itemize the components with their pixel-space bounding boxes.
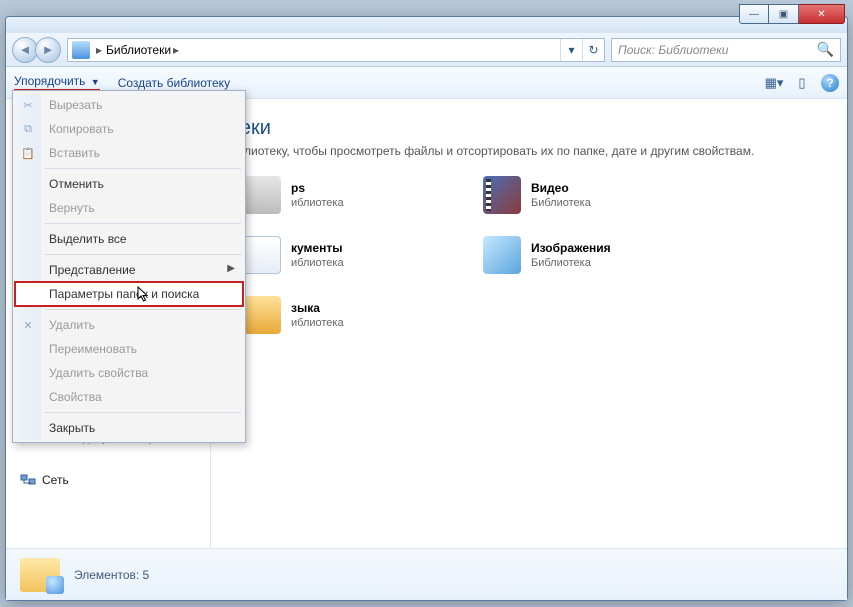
library-item-music[interactable]: зыкаиблиотека [243,296,453,334]
paste-icon: 📋 [21,146,35,160]
menu-rename[interactable]: Переименовать [15,337,243,361]
maximize-button[interactable]: ▣ [769,4,799,24]
close-button[interactable]: ✕ [799,4,845,24]
video-icon [483,176,521,214]
new-library-button[interactable]: Создать библиотеку [118,76,230,90]
music-icon [243,296,281,334]
status-bar: Элементов: 5 [6,548,847,600]
menu-close[interactable]: Закрыть [15,416,243,440]
menu-undo[interactable]: Отменить [15,172,243,196]
copy-icon: ⧉ [21,122,35,136]
menu-view[interactable]: Представление▶ [15,258,243,282]
organize-button[interactable]: Упорядочить ▼ [14,74,100,91]
menu-folder-options[interactable]: Параметры папок и поиска [15,282,243,306]
address-bar[interactable]: ▸ Библиотеки ▸ ▾ ↻ [67,38,605,62]
menu-copy[interactable]: ⧉Копировать [15,117,243,141]
menu-remove-props[interactable]: Удалить свойства [15,361,243,385]
sidebar-item-network[interactable]: Сеть [20,469,210,491]
location-icon [72,41,90,59]
library-item-video[interactable]: ВидеоБиблиотека [483,176,693,214]
forward-button[interactable]: ► [35,37,61,63]
menu-select-all[interactable]: Выделить все [15,227,243,251]
library-item-documents[interactable]: кументыиблиотека [243,236,453,274]
status-count: Элементов: 5 [74,568,149,582]
delete-icon: ✕ [21,318,35,332]
preview-pane-button[interactable]: ▯ [793,74,811,92]
search-placeholder: Поиск: Библиотеки [618,43,728,57]
content-pane: теки иблиотеку, чтобы просмотреть файлы … [211,99,847,548]
refresh-button[interactable]: ↻ [582,39,604,61]
menu-redo[interactable]: Вернуть [15,196,243,220]
help-button[interactable]: ? [821,74,839,92]
search-icon: 🔍 [817,41,834,58]
view-options-button[interactable]: ▦▾ [765,74,783,92]
status-icon [20,558,60,592]
cut-icon: ✂ [21,98,35,112]
menu-properties[interactable]: Свойства [15,385,243,409]
documents-icon [243,236,281,274]
nav-bar: ◄ ► ▸ Библиотеки ▸ ▾ ↻ Поиск: Библиотеки… [6,33,847,67]
breadcrumb-root[interactable]: Библиотеки [106,43,171,57]
titlebar: — ▣ ✕ [6,17,847,33]
menu-cut[interactable]: ✂Вырезать [15,93,243,117]
network-icon [20,472,36,488]
minimize-button[interactable]: — [739,4,769,24]
page-subtitle: иблиотеку, чтобы просмотреть файлы и отс… [231,144,827,158]
search-input[interactable]: Поиск: Библиотеки 🔍 [611,38,841,62]
page-title: теки [231,117,827,140]
submenu-arrow-icon: ▶ [227,263,235,274]
menu-paste[interactable]: 📋Вставить [15,141,243,165]
window-controls: — ▣ ✕ [739,4,845,24]
organize-menu: ✂Вырезать ⧉Копировать 📋Вставить Отменить… [12,90,246,443]
breadcrumb-sep: ▸ [94,43,106,57]
nav-arrows: ◄ ► [12,37,61,63]
menu-delete[interactable]: ✕Удалить [15,313,243,337]
history-dropdown[interactable]: ▾ [560,39,582,61]
library-item-images[interactable]: ИзображенияБиблиотека [483,236,693,274]
images-icon [483,236,521,274]
library-item-apps[interactable]: psиблиотека [243,176,453,214]
apps-icon [243,176,281,214]
library-grid: psиблиотека ВидеоБиблиотека кументыиблио… [243,176,827,334]
breadcrumb-sep2: ▸ [171,43,183,57]
